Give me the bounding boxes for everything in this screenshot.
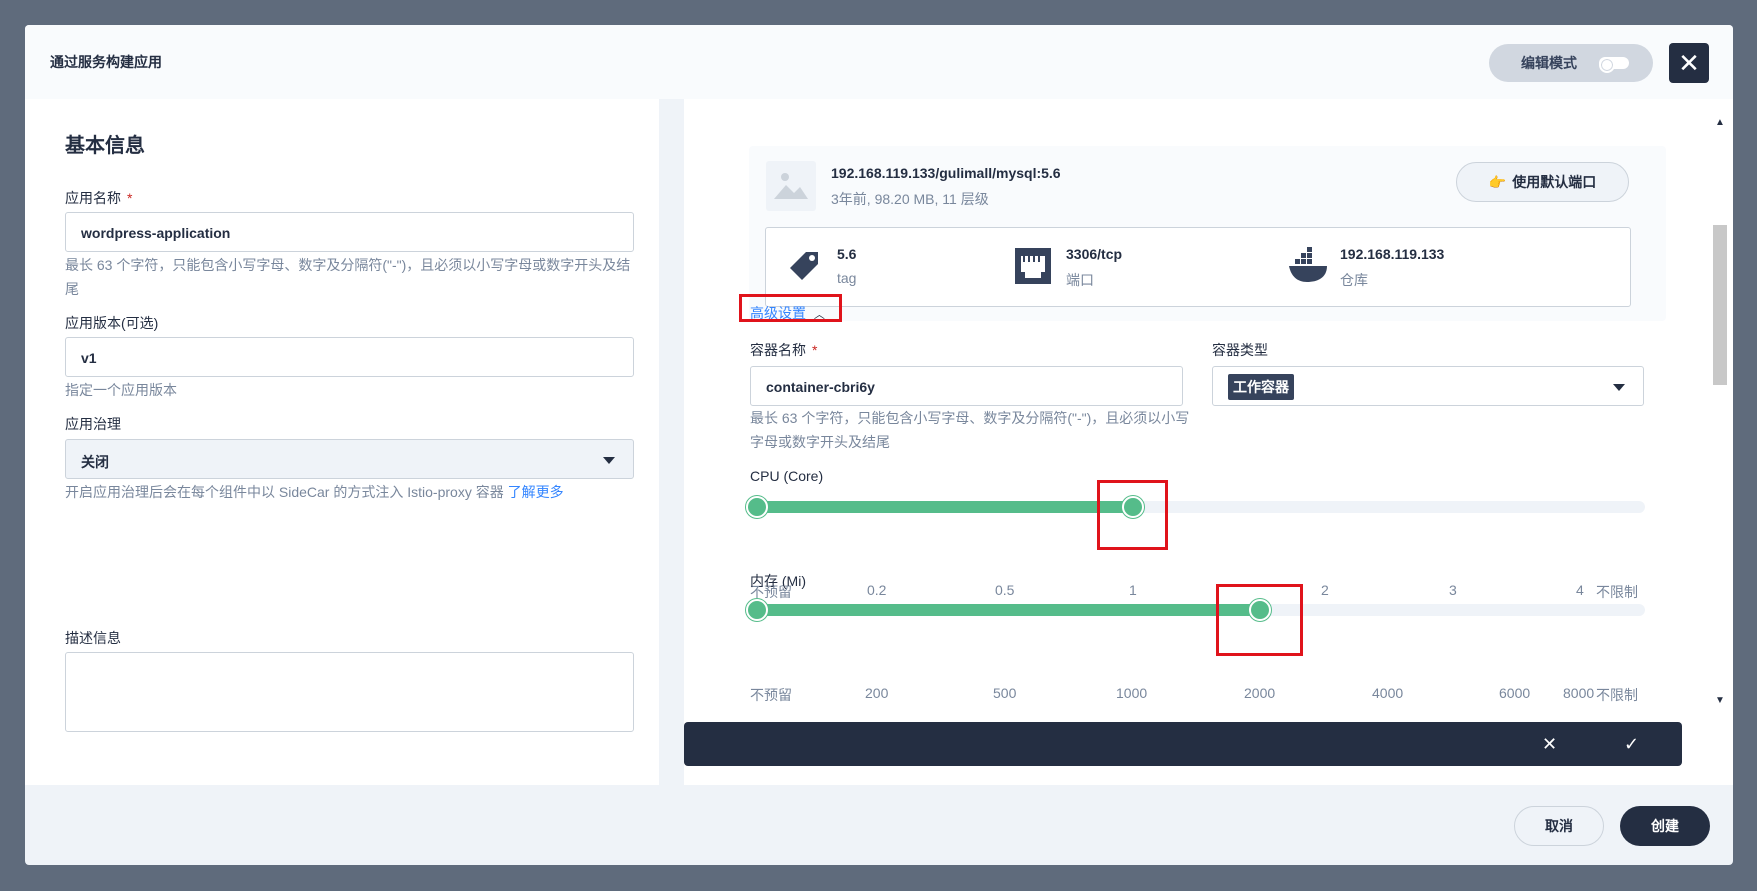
cpu-tick: 0.2 (867, 582, 887, 598)
image-placeholder-icon (766, 161, 816, 211)
memory-tick: 2000 (1244, 685, 1276, 701)
highlight-box-advanced (739, 294, 842, 322)
hand-point-icon: 👉 (1488, 173, 1507, 190)
memory-slider-track[interactable] (757, 604, 1645, 616)
app-version-hint: 指定一个应用版本 (65, 382, 177, 398)
app-version-label: 应用版本(可选) (65, 315, 159, 331)
edit-mode-label: 编辑模式 (1521, 55, 1577, 71)
memory-tick: 200 (865, 685, 889, 701)
image-name: 192.168.119.133/gulimall/mysql:5.6 (831, 165, 1061, 181)
container-name-label: 容器名称 * (750, 342, 818, 358)
memory-slider-fill (757, 604, 1260, 616)
scroll-thumb[interactable] (1713, 225, 1727, 385)
cpu-label: CPU (Core) (750, 468, 824, 484)
memory-tick: 1000 (1116, 685, 1148, 701)
docker-icon (1289, 247, 1327, 282)
container-type-select[interactable]: 工作容器 (1212, 366, 1644, 406)
cpu-tick: 0.5 (995, 582, 1015, 598)
app-version-input[interactable]: v1 (65, 337, 634, 377)
ethernet-port-icon (1015, 248, 1051, 284)
memory-tick: 不预留 (750, 687, 792, 703)
governance-selected: 关闭 (81, 454, 109, 470)
memory-label: 内存 (Mi) (750, 573, 806, 589)
highlight-box-memory (1216, 584, 1303, 656)
governance-select[interactable]: 关闭 (65, 439, 634, 479)
memory-tick: 不限制 (1596, 687, 1638, 703)
learn-more-link[interactable]: 了解更多 (508, 484, 564, 500)
cpu-tick: 1 (1129, 582, 1137, 598)
repo-value: 192.168.119.133 (1340, 246, 1445, 262)
check-icon[interactable]: ✓ (1624, 734, 1639, 755)
container-name-input[interactable]: container-cbri6y (750, 366, 1183, 406)
edit-mode-toggle[interactable]: 编辑模式 (1489, 44, 1653, 82)
cpu-tick: 不限制 (1596, 584, 1638, 600)
basic-info-panel: 基本信息 应用名称 * wordpress-application 最长 63 个… (25, 99, 659, 785)
close-icon: ✕ (1678, 47, 1700, 78)
tag-icon (790, 252, 818, 280)
use-default-port-button[interactable]: 👉 使用默认端口 (1456, 162, 1629, 202)
cpu-slider-fill (757, 501, 1133, 513)
image-meta: 3年前, 98.20 MB, 11 层级 (831, 191, 989, 207)
port-label: 端口 (1066, 272, 1094, 288)
image-card: 192.168.119.133/gulimall/mysql:5.6 3年前, … (749, 146, 1666, 321)
modal-header: 通过服务构建应用 编辑模式 ✕ (25, 25, 1733, 99)
chevron-down-icon (1613, 384, 1625, 391)
create-button[interactable]: 创建 (1620, 806, 1710, 846)
highlight-box-cpu (1097, 480, 1168, 550)
governance-hint: 开启应用治理后会在每个组件中以 SideCar 的方式注入 Istio-prox… (65, 484, 564, 500)
app-name-hint: 最长 63 个字符，只能包含小写字母、数字及分隔符("-")，且必须以小写字母或… (65, 257, 631, 297)
tag-label: tag (837, 270, 857, 286)
close-icon[interactable]: ✕ (1542, 734, 1557, 755)
app-name-input[interactable]: wordpress-application (65, 212, 634, 252)
cpu-slider-min-handle[interactable] (746, 496, 768, 518)
memory-slider-min-handle[interactable] (746, 599, 768, 621)
chevron-down-icon (603, 457, 615, 464)
memory-tick: 4000 (1372, 685, 1404, 701)
tag-value: 5.6 (837, 246, 857, 262)
container-action-bar: ✕ ✓ (684, 722, 1682, 766)
cpu-tick: 4 (1576, 582, 1584, 598)
memory-tick: 8000 (1563, 685, 1595, 701)
memory-tick: 6000 (1499, 685, 1531, 701)
create-app-modal: 通过服务构建应用 编辑模式 ✕ 基本信息 应用名称 * wordpress-app… (25, 25, 1733, 865)
memory-tick: 500 (993, 685, 1017, 701)
scroll-down-icon[interactable]: ▼ (1715, 695, 1725, 706)
cancel-button[interactable]: 取消 (1514, 806, 1604, 846)
container-settings-panel: 192.168.119.133/gulimall/mysql:5.6 3年前, … (684, 99, 1733, 785)
cpu-tick: 3 (1449, 582, 1457, 598)
modal-title: 通过服务构建应用 (50, 54, 162, 70)
container-type-label: 容器类型 (1212, 342, 1268, 358)
cpu-tick: 2 (1321, 582, 1329, 598)
governance-label: 应用治理 (65, 416, 121, 432)
section-title: 基本信息 (65, 135, 145, 157)
app-name-label: 应用名称 * (65, 190, 133, 206)
description-label: 描述信息 (65, 630, 121, 646)
description-textarea[interactable] (65, 652, 634, 732)
scroll-up-icon[interactable]: ▲ (1715, 117, 1725, 128)
container-name-hint: 最长 63 个字符，只能包含小写字母、数字及分隔符("-")，且必须以小写字母或… (750, 410, 1190, 450)
scrollbar[interactable]: ▲ ▼ (1711, 117, 1729, 717)
container-type-selected: 工作容器 (1228, 374, 1294, 400)
repo-label: 仓库 (1340, 272, 1368, 288)
toggle-switch-icon[interactable] (1599, 57, 1629, 73)
cpu-slider-track[interactable] (757, 501, 1645, 513)
close-button[interactable]: ✕ (1669, 43, 1709, 83)
port-value: 3306/tcp (1066, 246, 1123, 262)
image-info-box: 5.6 tag 3306/tcp 端口 192.168.119.133 仓库 (765, 227, 1631, 307)
